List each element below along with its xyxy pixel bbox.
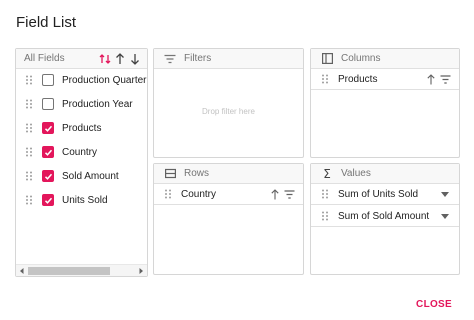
column-pill-products[interactable]: Products xyxy=(311,69,459,90)
field-item[interactable]: Sold Amount xyxy=(16,166,119,186)
field-tree: Production Quarter Ye Production Year Pr… xyxy=(16,70,147,250)
pill-label: Sum of Sold Amount xyxy=(338,210,430,222)
filter-lines-icon[interactable] xyxy=(284,189,295,200)
drag-handle-icon[interactable] xyxy=(25,147,33,157)
columns-icon xyxy=(321,53,333,65)
dialog-title: Field List xyxy=(16,14,77,31)
drag-handle-icon[interactable] xyxy=(25,99,33,109)
field-label: Sold Amount xyxy=(62,170,119,182)
rows-header: Rows xyxy=(154,164,303,184)
scroll-left-icon[interactable] xyxy=(18,267,26,275)
checkmark-icon xyxy=(44,197,52,204)
field-item[interactable]: Units Sold xyxy=(16,190,108,210)
sort-ascending-icon[interactable] xyxy=(113,52,126,65)
scrollbar-thumb[interactable] xyxy=(28,267,110,275)
field-checkbox[interactable] xyxy=(42,170,54,182)
drag-handle-icon[interactable] xyxy=(25,123,33,133)
checkmark-icon xyxy=(44,149,52,156)
drag-handle-icon[interactable] xyxy=(25,171,33,181)
sort-ascending-icon[interactable] xyxy=(269,188,280,200)
rows-title: Rows xyxy=(184,168,210,179)
drag-handle-icon[interactable] xyxy=(25,195,33,205)
sort-descending-icon[interactable] xyxy=(128,52,141,65)
field-label: Products xyxy=(62,122,102,134)
drag-handle-icon[interactable] xyxy=(164,189,172,199)
field-checkbox[interactable] xyxy=(42,98,54,110)
field-label: Production Year xyxy=(62,98,133,110)
filter-lines-icon xyxy=(164,53,176,65)
close-button[interactable]: CLOSE xyxy=(416,299,452,310)
field-label: Country xyxy=(62,146,98,158)
all-fields-title: All Fields xyxy=(24,53,65,64)
values-panel[interactable]: Σ Values Sum of Units Sold Sum of Sold A… xyxy=(310,163,460,275)
dropdown-caret-icon[interactable] xyxy=(441,191,449,197)
all-fields-header: All Fields xyxy=(16,49,147,69)
field-item[interactable]: Country xyxy=(16,142,97,162)
checkmark-icon xyxy=(44,125,52,132)
columns-panel[interactable]: Columns Products xyxy=(310,48,460,158)
filters-header: Filters xyxy=(154,49,303,69)
pill-label: Sum of Units Sold xyxy=(338,188,419,200)
drag-handle-icon[interactable] xyxy=(321,189,329,199)
rows-icon xyxy=(164,168,176,180)
pill-label: Country xyxy=(181,188,217,200)
field-item[interactable]: Products xyxy=(16,118,101,138)
values-header: Σ Values xyxy=(311,164,459,184)
sigma-icon: Σ xyxy=(323,166,331,181)
rows-panel[interactable]: Rows Country xyxy=(153,163,304,275)
horizontal-scrollbar[interactable] xyxy=(16,264,147,276)
filter-lines-icon[interactable] xyxy=(440,74,451,85)
field-checkbox[interactable] xyxy=(42,146,54,158)
pill-label: Products xyxy=(338,73,378,85)
all-fields-panel: All Fields Production Quarter Ye Product… xyxy=(15,48,148,277)
scroll-right-icon[interactable] xyxy=(137,267,145,275)
dropdown-caret-icon[interactable] xyxy=(441,213,449,219)
sort-controls xyxy=(98,52,141,65)
sort-none-icon[interactable] xyxy=(98,52,111,65)
row-pill-country[interactable]: Country xyxy=(154,184,303,205)
value-pill-units-sold[interactable]: Sum of Units Sold xyxy=(311,184,459,205)
field-label: Units Sold xyxy=(62,194,108,206)
field-label: Production Quarter Ye xyxy=(62,74,147,86)
filters-drop-hint: Drop filter here xyxy=(202,107,255,116)
field-checkbox[interactable] xyxy=(42,194,54,206)
columns-title: Columns xyxy=(341,53,381,64)
drag-handle-icon[interactable] xyxy=(321,211,329,221)
value-pill-sold-amount[interactable]: Sum of Sold Amount xyxy=(311,206,459,227)
sort-ascending-icon[interactable] xyxy=(425,73,436,85)
field-item[interactable]: Production Year xyxy=(16,94,133,114)
columns-header: Columns xyxy=(311,49,459,69)
field-checkbox[interactable] xyxy=(42,122,54,134)
values-title: Values xyxy=(341,168,371,179)
drag-handle-icon[interactable] xyxy=(25,75,33,85)
field-item[interactable]: Production Quarter Ye xyxy=(16,70,147,90)
filters-panel[interactable]: Filters Drop filter here xyxy=(153,48,304,158)
checkmark-icon xyxy=(44,173,52,180)
drag-handle-icon[interactable] xyxy=(321,74,329,84)
filters-title: Filters xyxy=(184,53,212,64)
field-checkbox[interactable] xyxy=(42,74,54,86)
